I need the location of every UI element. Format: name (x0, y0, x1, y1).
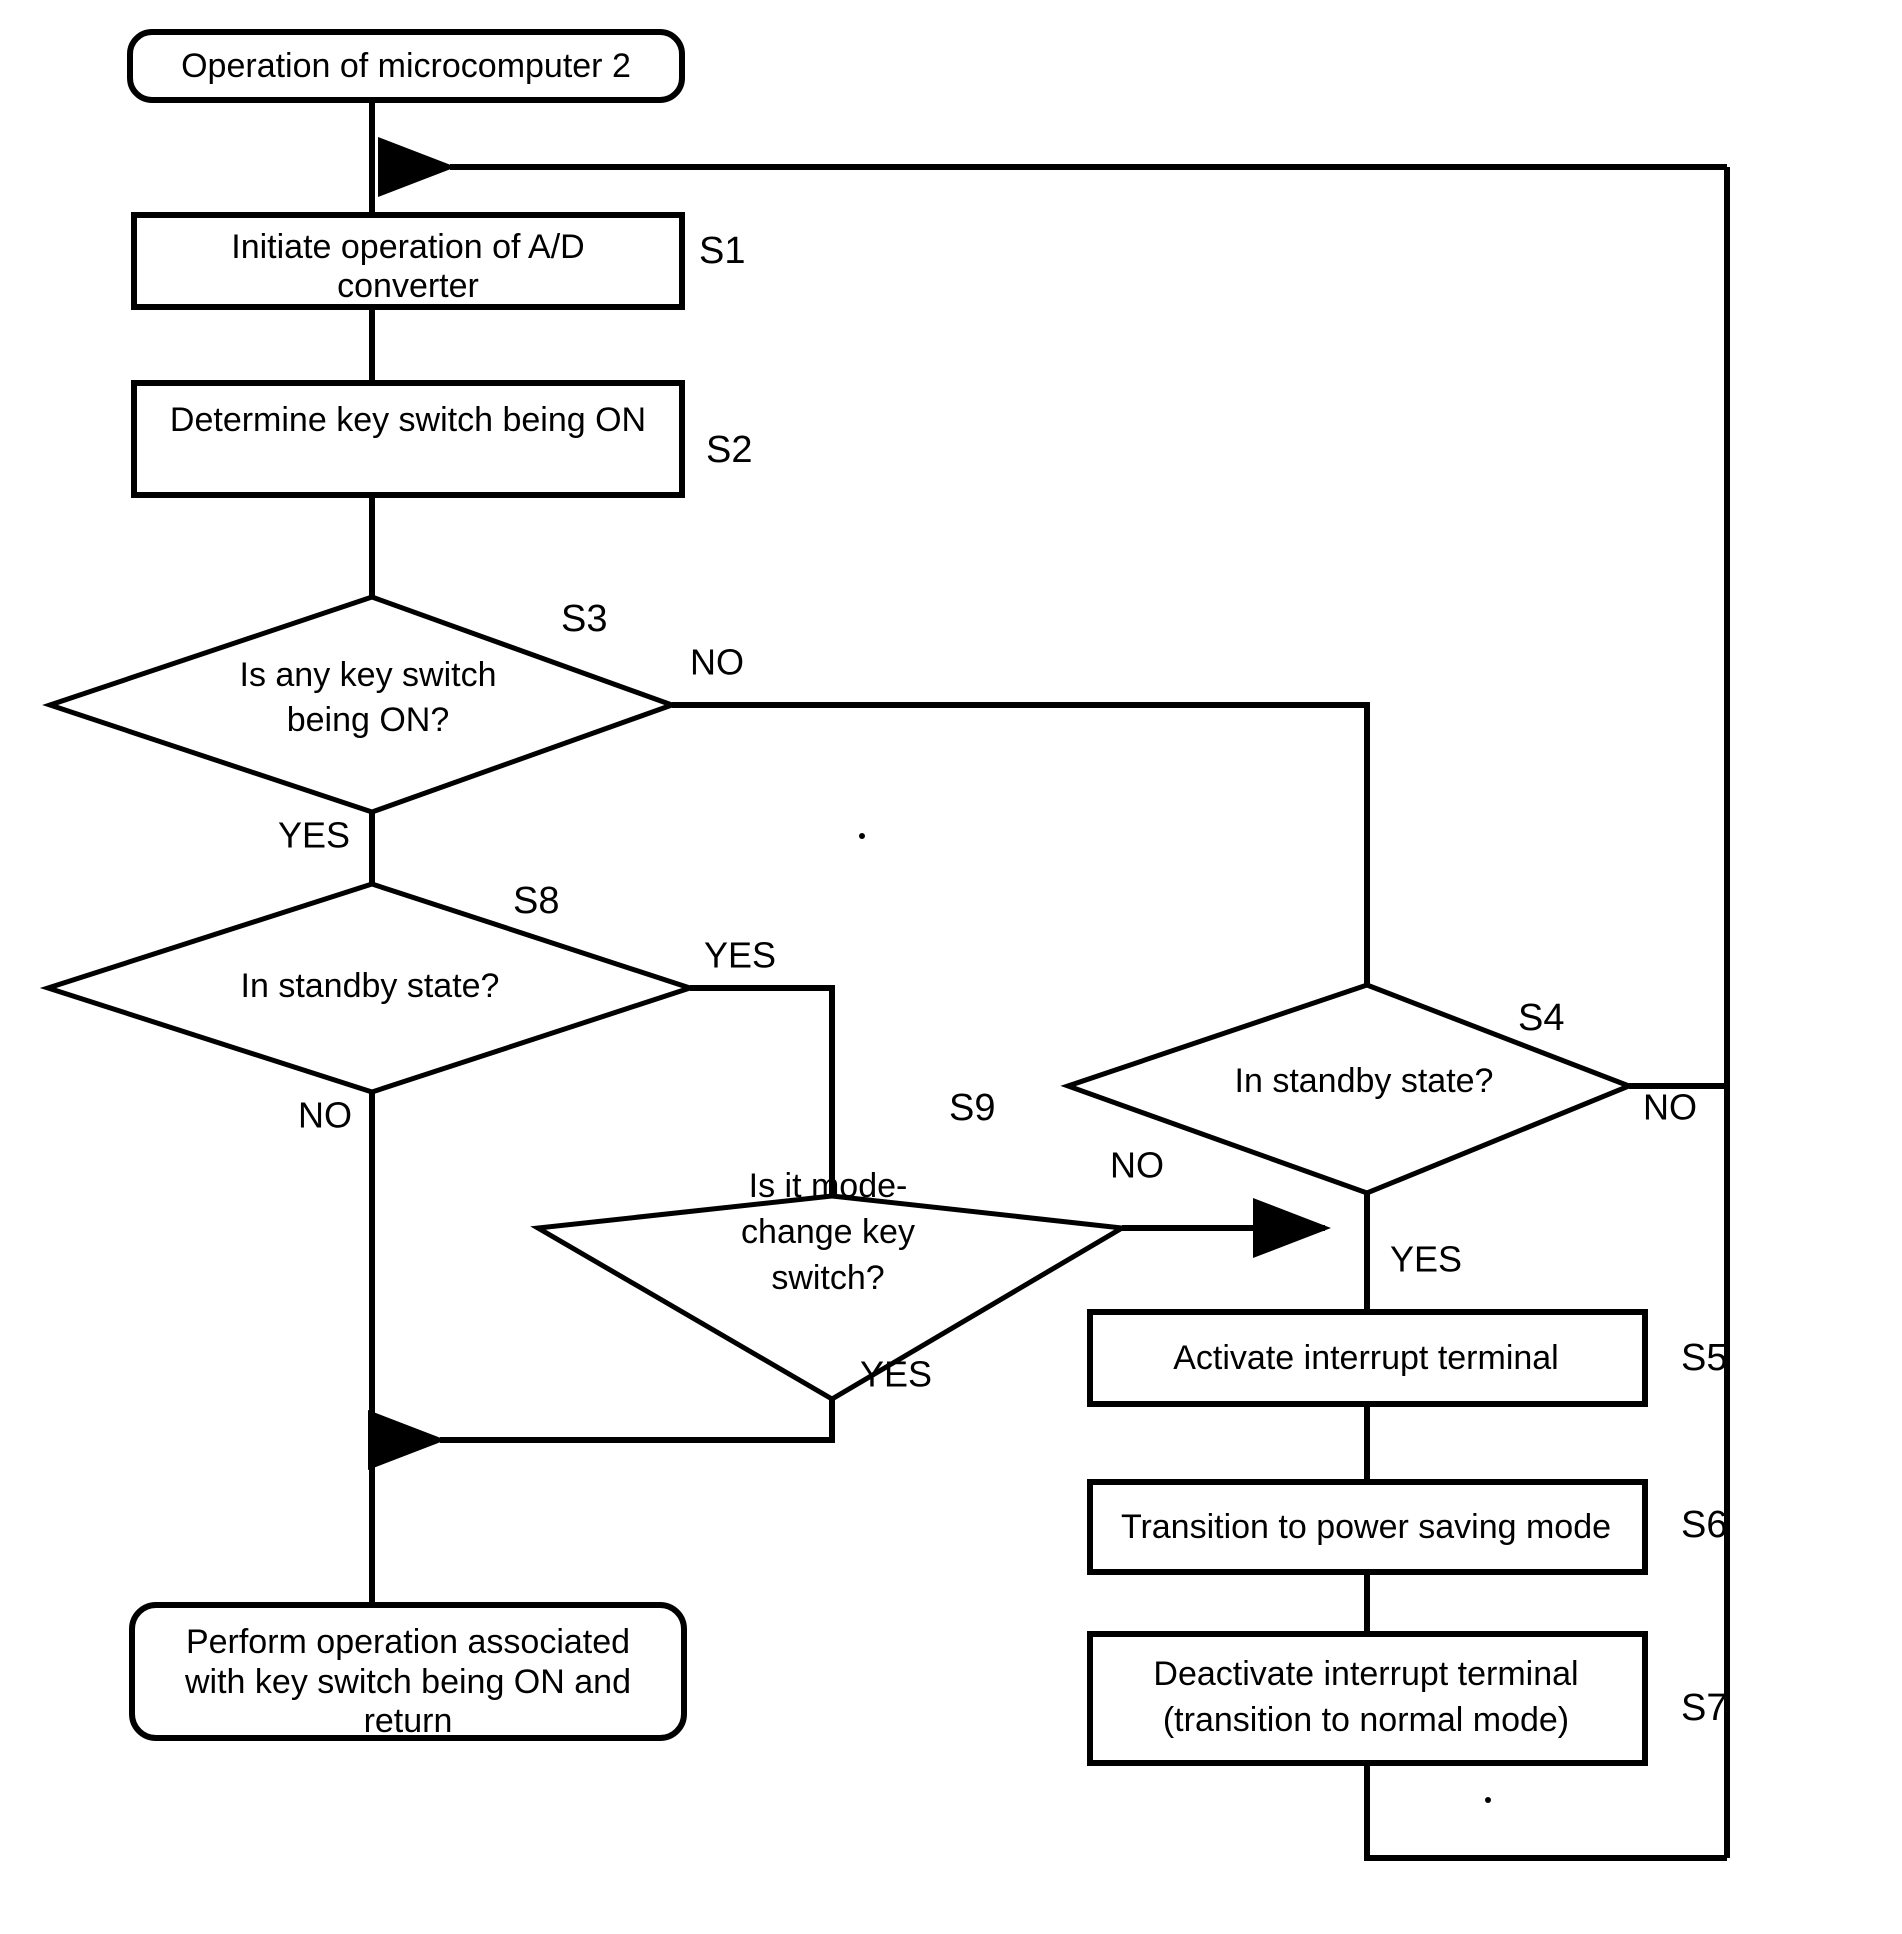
branch-label-s9-no: NO (1110, 1145, 1164, 1186)
node-s6[interactable]: Transition to power saving mode (1087, 1479, 1648, 1575)
node-s9-label-line1: Is it mode- (749, 1167, 908, 1205)
flowchart-canvas: Operation of microcomputer 2 Initiate op… (0, 0, 1902, 1934)
scan-artifact-dot-1 (859, 833, 865, 839)
node-s5[interactable]: Activate interrupt terminal (1087, 1309, 1648, 1407)
node-s8-label: In standby state? (241, 967, 500, 1005)
node-s4-label: In standby state? (1235, 1062, 1494, 1100)
node-end-label-line2: with key switch being ON and (184, 1663, 631, 1701)
node-start-label: Operation of microcomputer 2 (181, 47, 631, 85)
node-s1-label-line2: converter (337, 267, 479, 305)
node-end-label-line1: Perform operation associated (186, 1623, 630, 1661)
connector-s7-to-rail (1364, 1763, 1727, 1861)
step-label-s4: S4 (1518, 997, 1564, 1039)
node-end[interactable]: Perform operation associated with key sw… (129, 1602, 687, 1741)
node-s1-label-line1: Initiate operation of A/D (231, 228, 584, 266)
node-end-label-line3: return (364, 1702, 453, 1740)
node-s2-shape (131, 380, 685, 498)
scan-artifact-dot-2 (1485, 1797, 1491, 1803)
step-label-s5: S5 (1681, 1337, 1727, 1379)
node-s7-label-line1: Deactivate interrupt terminal (1153, 1655, 1578, 1693)
node-s7[interactable]: Deactivate interrupt terminal (transitio… (1087, 1631, 1648, 1766)
step-label-s8: S8 (513, 880, 559, 922)
node-s2[interactable]: Determine key switch being ON (131, 380, 685, 498)
node-s8[interactable]: In standby state? (39, 881, 699, 1095)
step-label-s9: S9 (949, 1087, 995, 1129)
node-s3-label-line2: being ON? (287, 701, 450, 739)
branch-label-s9-yes: YES (860, 1354, 932, 1395)
branch-label-s4-no: NO (1643, 1087, 1697, 1128)
step-label-s7: S7 (1681, 1687, 1727, 1729)
node-s9-label-line2: change key (741, 1213, 915, 1251)
step-label-s3: S3 (561, 598, 607, 640)
node-s7-shape (1087, 1631, 1648, 1766)
branch-label-s8-yes: YES (704, 935, 776, 976)
step-label-s6: S6 (1681, 1504, 1727, 1546)
connector-s8-yes-to-s9 (690, 985, 835, 1196)
branch-label-s4-yes: YES (1390, 1239, 1462, 1280)
branch-label-s8-no: NO (298, 1095, 352, 1136)
connector-s3-no-to-s4 (672, 702, 1370, 985)
step-label-s1: S1 (699, 230, 745, 272)
node-s5-label: Activate interrupt terminal (1173, 1339, 1559, 1377)
node-s6-label: Transition to power saving mode (1121, 1508, 1611, 1546)
flowchart-svg: Operation of microcomputer 2 Initiate op… (39, 29, 1730, 1861)
node-start[interactable]: Operation of microcomputer 2 (127, 29, 685, 103)
node-s9[interactable]: Is it mode- change key switch? (530, 1167, 1130, 1402)
branch-label-s3-yes: YES (278, 815, 350, 856)
node-s1[interactable]: Initiate operation of A/D converter (131, 212, 685, 310)
step-label-s2: S2 (706, 429, 752, 471)
node-s2-label: Determine key switch being ON (170, 401, 646, 439)
branch-label-s3-no: NO (690, 642, 744, 683)
node-s3-label-line1: Is any key switch (240, 656, 497, 694)
node-s9-label-line3: switch? (771, 1259, 884, 1297)
node-s7-label-line2: (transition to normal mode) (1163, 1701, 1569, 1739)
